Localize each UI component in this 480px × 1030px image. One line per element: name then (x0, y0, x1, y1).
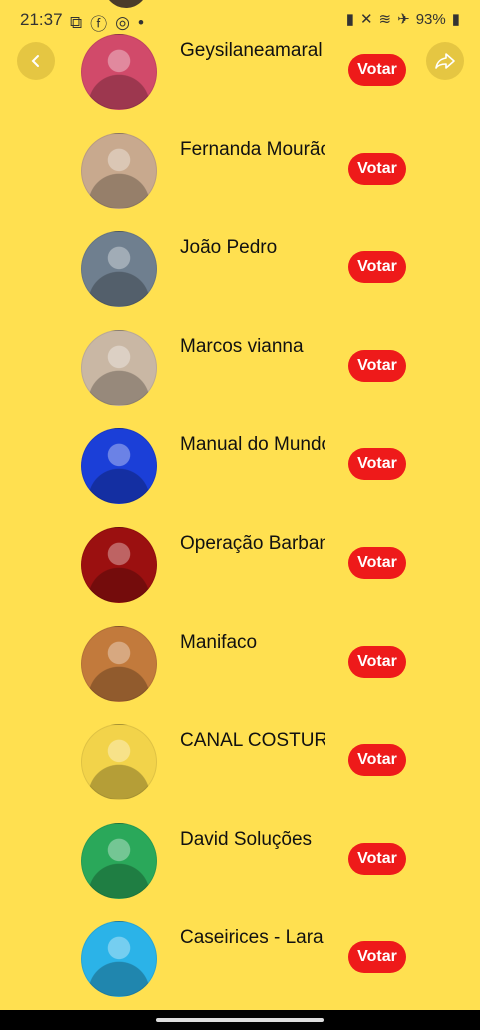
list-item: Fernanda Mourão Votar (0, 129, 480, 228)
system-nav-bar (0, 1010, 480, 1030)
candidate-name: Manifaco (180, 631, 258, 653)
candidate-name: Operação Barbante (180, 532, 325, 554)
avatar[interactable] (81, 625, 157, 702)
share-button[interactable] (426, 42, 464, 80)
share-arrow-icon (435, 53, 455, 69)
vote-button[interactable]: Votar (348, 349, 406, 382)
candidate-name: Marcos vianna (180, 335, 304, 357)
candidate-name: Fernanda Mourão (180, 138, 325, 160)
vote-button[interactable]: Votar (348, 251, 406, 284)
airplane-icon: ✈ (397, 11, 410, 28)
vote-button[interactable]: Votar (348, 448, 406, 481)
vote-button[interactable]: Votar (348, 54, 406, 86)
wifi-icon: ≋ (378, 11, 392, 28)
vote-button[interactable]: Votar (348, 152, 406, 185)
list-item: João Pedro Votar (0, 227, 480, 326)
list-item: Caseirices - Lara Votar (0, 917, 480, 1016)
avatar[interactable] (81, 822, 157, 899)
avatar[interactable] (81, 231, 157, 308)
candidate-name: Geysilaneamaral (180, 40, 323, 61)
vote-button[interactable]: Votar (348, 842, 406, 875)
avatar[interactable] (81, 34, 157, 110)
list-item: David Soluções Votar (0, 819, 480, 918)
avatar[interactable] (81, 724, 157, 801)
battery-percent: 93% (415, 10, 446, 28)
status-time: 21:37 (20, 10, 63, 29)
list-item: Manifaco Votar (0, 622, 480, 721)
list-item: CANAL COSTURA POR AMOR Votar (0, 720, 480, 819)
avatar[interactable] (81, 921, 157, 998)
avatar[interactable] (81, 428, 157, 505)
avatar[interactable] (81, 132, 157, 209)
battery-icon: ▮ (451, 11, 460, 28)
status-right-icons: ▮ ✕ ≋ ✈ 93% ▮ (345, 10, 460, 29)
vote-button[interactable]: Votar (348, 941, 406, 974)
battery-saver-icon: ▮ (345, 11, 354, 28)
vote-button[interactable]: Votar (348, 546, 406, 579)
back-button[interactable] (17, 42, 55, 80)
candidate-list: Geysilaneamaral Votar Fernanda Mourão Votar… (0, 30, 480, 1016)
candidate-name: João Pedro (180, 237, 278, 259)
avatar[interactable] (81, 526, 157, 603)
chevron-left-icon (31, 55, 39, 67)
avatar[interactable] (81, 329, 157, 406)
candidate-name: David Soluções (180, 828, 313, 850)
candidate-name: Caseirices - Lara (180, 927, 324, 949)
home-indicator[interactable] (156, 1018, 324, 1022)
list-item: Geysilaneamaral Votar (0, 30, 480, 129)
candidate-name: Manual do Mundo (180, 434, 325, 456)
list-item: Marcos vianna Votar (0, 326, 480, 425)
candidate-name: CANAL COSTURA POR AMOR (180, 730, 325, 752)
list-item: Manual do Mundo Votar (0, 424, 480, 523)
vote-button[interactable]: Votar (348, 645, 406, 678)
list-item: Operação Barbante Votar (0, 523, 480, 622)
vote-button[interactable]: Votar (348, 744, 406, 777)
mute-icon: ✕ (359, 11, 373, 28)
